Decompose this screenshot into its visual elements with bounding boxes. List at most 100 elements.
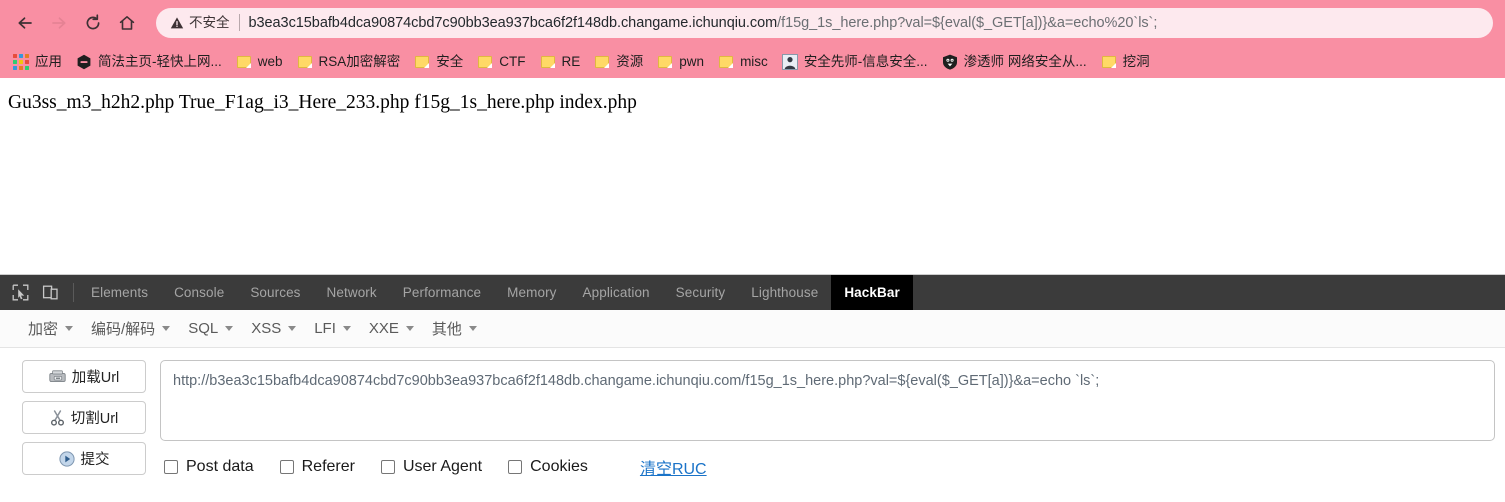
tab-label: HackBar: [844, 285, 900, 300]
tab-label: Application: [582, 285, 650, 300]
menu-xxe[interactable]: XXE: [365, 316, 428, 341]
bookmark-label: 简法主页-轻快上网...: [98, 54, 222, 69]
menu-xss[interactable]: XSS: [247, 316, 310, 341]
home-button[interactable]: [110, 6, 144, 40]
split-url-button[interactable]: 切割Url: [22, 401, 146, 434]
bookmark-ziyuan[interactable]: 资源: [587, 49, 650, 74]
menu-label: LFI: [314, 320, 336, 337]
reload-button[interactable]: [76, 6, 110, 40]
checkbox-user-agent[interactable]: User Agent: [380, 458, 483, 476]
apps-grid-icon: [13, 53, 29, 70]
bookmark-label: CTF: [499, 54, 526, 69]
bookmark-anquan[interactable]: 安全: [407, 49, 470, 74]
tab-performance[interactable]: Performance: [390, 275, 494, 310]
bookmark-label: RSA加密解密: [318, 54, 401, 69]
url-input[interactable]: [160, 360, 1495, 441]
folder-icon: [657, 54, 673, 69]
tab-label: Elements: [91, 285, 149, 300]
menu-other[interactable]: 其他: [428, 314, 491, 343]
tab-memory[interactable]: Memory: [494, 275, 569, 310]
menu-encoding[interactable]: 编码/解码: [87, 314, 184, 343]
checkbox-post-data[interactable]: Post data: [164, 458, 254, 476]
back-button[interactable]: [8, 6, 42, 40]
security-indicator[interactable]: 不安全: [170, 14, 240, 31]
load-url-button[interactable]: 加载Url: [22, 360, 146, 393]
menu-label: 编码/解码: [91, 321, 156, 338]
tab-application[interactable]: Application: [570, 275, 663, 310]
checkbox-box[interactable]: [164, 460, 178, 474]
checkbox-box[interactable]: [508, 460, 523, 474]
checkbox-label: Cookies: [530, 458, 588, 475]
checkbox-referer[interactable]: Referer: [279, 458, 355, 476]
url-host: b3ea3c15bafb4dca90874cbd7c90bb3ea937bca6…: [248, 14, 778, 31]
devtools-tool-icons: [6, 275, 74, 310]
person-badge-icon: [781, 53, 798, 70]
folder-icon: [297, 54, 313, 69]
reload-icon: [86, 13, 100, 29]
security-label: 不安全: [189, 15, 230, 30]
submit-button[interactable]: 提交: [22, 442, 146, 475]
hackbar-url-area: Post data Referer User Agent Cookies 清: [160, 360, 1495, 479]
checkbox-label: User Agent: [402, 458, 483, 475]
bookmark-apps[interactable]: 应用: [6, 49, 69, 74]
devtools-tab-bar: Elements Console Sources Network Perform…: [0, 275, 1505, 310]
scissors-icon: [50, 409, 64, 426]
folder-icon: [477, 54, 493, 69]
chevron-down-icon: [65, 326, 74, 331]
bookmark-ctf[interactable]: CTF: [470, 49, 532, 74]
bookmark-wadong[interactable]: 挖洞: [1094, 49, 1157, 74]
bookmark-pwn[interactable]: pwn: [650, 49, 711, 74]
tab-label: Performance: [402, 285, 482, 300]
play-icon: [58, 450, 75, 467]
menu-label: 加密: [28, 321, 59, 338]
tab-elements[interactable]: Elements: [78, 275, 161, 310]
checkbox-box[interactable]: [279, 460, 294, 474]
bookmark-label: 渗透师 网络安全从...: [963, 54, 1087, 69]
checkbox-box[interactable]: [380, 460, 395, 474]
forward-arrow-icon: [52, 16, 66, 29]
bookmark-label: 应用: [35, 54, 62, 69]
bookmark-label: 挖洞: [1122, 54, 1150, 69]
address-bar[interactable]: 不安全 b3ea3c15bafb4dca90874cbd7c90bb3ea937…: [156, 7, 1493, 38]
menu-encrypt[interactable]: 加密: [24, 314, 87, 343]
button-label: 提交: [80, 452, 110, 468]
tab-network[interactable]: Network: [314, 275, 390, 310]
button-label: 加载Url: [71, 370, 120, 386]
tab-hackbar[interactable]: HackBar: [831, 275, 913, 310]
menu-lfi[interactable]: LFI: [310, 316, 365, 341]
inspect-element-button[interactable]: [6, 279, 34, 307]
chevron-down-icon: [162, 326, 171, 331]
checkbox-label: Referer: [301, 458, 355, 475]
bookmark-anquanxianshi[interactable]: 安全先师-信息安全...: [775, 49, 935, 74]
bookmark-misc[interactable]: misc: [711, 49, 775, 74]
home-icon: [119, 15, 135, 30]
bookmark-rsa[interactable]: RSA加密解密: [290, 49, 408, 74]
tab-label: Lighthouse: [751, 285, 819, 300]
folder-icon: [594, 54, 610, 69]
menu-sql[interactable]: SQL: [184, 316, 247, 341]
folder-icon: [1101, 54, 1117, 69]
bookmark-jianfa[interactable]: 简法主页-轻快上网...: [69, 49, 229, 74]
bookmark-web[interactable]: web: [229, 49, 290, 74]
folder-icon: [414, 54, 430, 69]
hackbar-menu-bar: 加密 编码/解码 SQL XSS LFI XXE 其他: [0, 310, 1505, 348]
hackbar-options-row: Post data Referer User Agent Cookies 清空R…: [160, 441, 1495, 479]
device-toolbar-button[interactable]: [36, 279, 64, 307]
clear-ruc-link[interactable]: 清空RUC: [640, 455, 707, 479]
folder-icon: [540, 54, 556, 69]
warning-triangle-icon: [170, 16, 184, 28]
forward-button[interactable]: [42, 6, 76, 40]
tab-console[interactable]: Console: [161, 275, 237, 310]
bookmark-label: 安全: [436, 54, 464, 69]
device-toolbar-icon: [42, 285, 58, 300]
tab-security[interactable]: Security: [663, 275, 739, 310]
bookmark-re[interactable]: RE: [533, 49, 588, 74]
button-label: 切割Url: [70, 411, 119, 427]
bookmark-label: misc: [740, 54, 768, 69]
tab-sources[interactable]: Sources: [237, 275, 313, 310]
url-text: b3ea3c15bafb4dca90874cbd7c90bb3ea937bca6…: [249, 15, 1158, 31]
checkbox-cookies[interactable]: Cookies: [508, 458, 588, 476]
bookmark-shentoushi[interactable]: 渗透师 网络安全从...: [935, 49, 1094, 74]
tab-lighthouse[interactable]: Lighthouse: [738, 275, 831, 310]
url-path: /f15g_1s_here.php?val=${eval($_GET[a])}&…: [777, 14, 1158, 31]
